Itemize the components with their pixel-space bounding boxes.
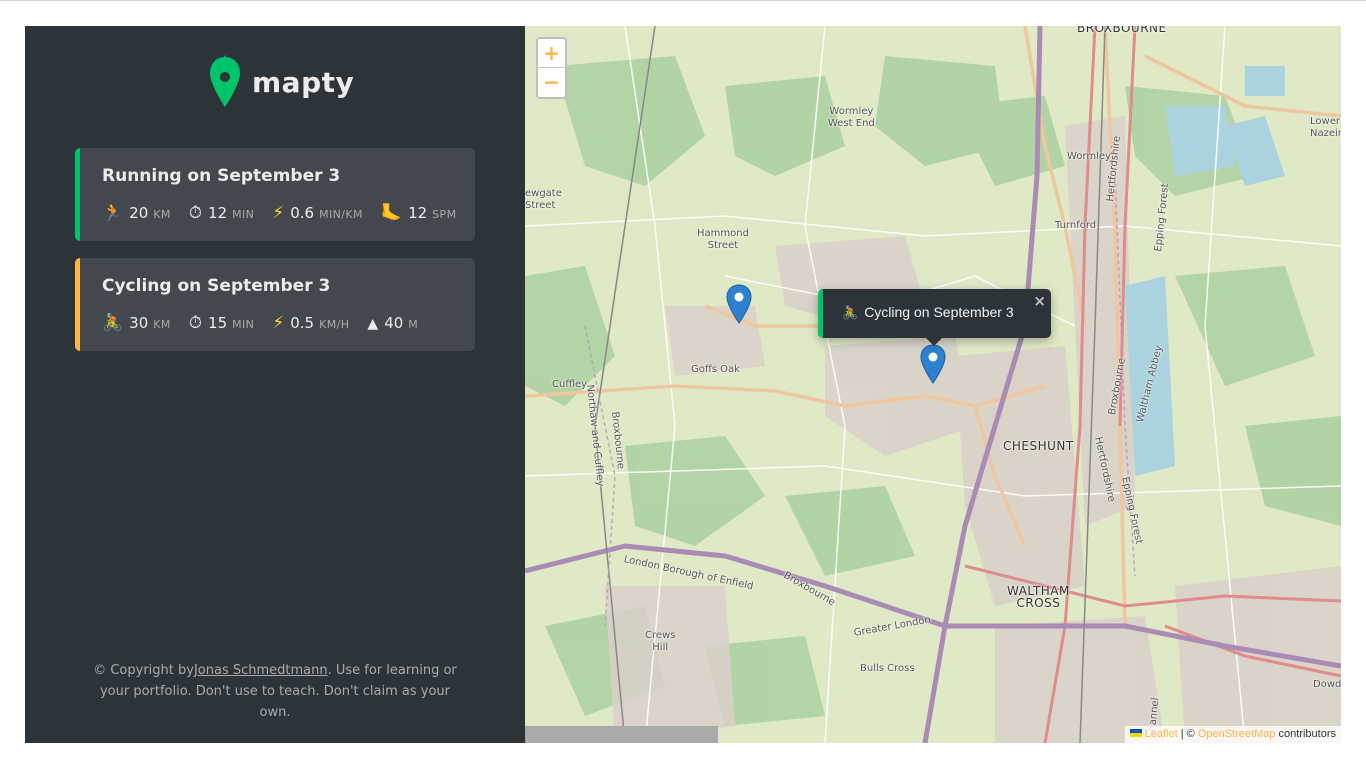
openstreetmap-link[interactable]: OpenStreetMap (1198, 728, 1276, 740)
stopwatch-icon: ⏱ (188, 313, 203, 333)
duration-unit: MIN (232, 318, 255, 331)
map-marker-cycling[interactable] (920, 344, 946, 384)
author-link[interactable]: Jonas Schmedtmann (194, 663, 328, 678)
map-label-wormley: Wormley (1067, 151, 1111, 162)
workout-popup: 🚴 Cycling on September 3 × (818, 289, 1051, 346)
workout-card-cycling[interactable]: Cycling on September 3 🚴 30 KM ⏱ 15 MIN … (75, 258, 475, 351)
copyright-text: © Copyright byJonas Schmedtmann. Use for… (85, 660, 465, 723)
map-label-cheshunt: CHESHUNT (1003, 439, 1074, 453)
lightning-icon: ⚡ (272, 313, 285, 333)
horizontal-scrollbar[interactable] (525, 726, 718, 743)
workout-pace: ⚡ 0.6 MIN/KM (272, 204, 363, 222)
pace-unit: MIN/KM (319, 208, 363, 221)
pace-value: 0.6 (290, 204, 315, 222)
workout-title: Cycling on September 3 (102, 276, 331, 296)
popup-accent-bar (818, 289, 823, 338)
map-label-hammond-street: Hammond Street (697, 228, 749, 251)
stopwatch-icon: ⏱ (188, 203, 203, 223)
map-label-dowd: Dowd (1313, 679, 1341, 690)
map[interactable]: BROXBOURNE Wormley West End Wormley Lowe… (525, 26, 1341, 743)
top-divider (0, 0, 1366, 1)
leaflet-link[interactable]: Leaflet (1145, 728, 1178, 740)
zoom-control: + − (536, 37, 567, 99)
speed-value: 0.5 (290, 314, 315, 332)
popup-tip (926, 338, 942, 346)
workout-details: 🚴 30 KM ⏱ 15 MIN ⚡ 0.5 KM/H ▲ 40 M (102, 312, 462, 334)
workout-elevation: ▲ 40 M (367, 314, 418, 332)
copyright-prefix: © Copyright by (93, 663, 194, 678)
popup-close-icon[interactable]: × (1033, 292, 1046, 310)
map-label-waltham-cross: WALTHAM CROSS (1007, 584, 1070, 610)
popup-text: Cycling on September 3 (864, 304, 1014, 320)
workout-cadence: 🦶 12 SPM (381, 204, 457, 222)
map-pin-logo-icon (210, 55, 240, 107)
cadence-value: 12 (408, 204, 428, 222)
cycling-icon: 🚴 (842, 305, 859, 320)
map-label-lower-nazeing: Lower Nazein (1310, 116, 1341, 139)
map-label-goffs-oak: Goffs Oak (691, 364, 740, 375)
cycling-icon: 🚴 (102, 313, 124, 333)
running-icon: 🏃 (102, 203, 124, 223)
elevation-value: 40 (384, 314, 404, 332)
workout-speed: ⚡ 0.5 KM/H (272, 314, 349, 332)
workout-title: Running on September 3 (102, 166, 341, 186)
speed-unit: KM/H (319, 318, 350, 331)
duration-unit: MIN (232, 208, 255, 221)
zoom-in-button[interactable]: + (538, 39, 565, 68)
ukraine-flag-icon (1129, 729, 1142, 738)
workout-duration: ⏱ 12 MIN (189, 204, 255, 222)
lightning-icon: ⚡ (272, 203, 285, 223)
distance-value: 20 (129, 204, 149, 222)
attribution-separator: | © (1177, 728, 1198, 740)
attribution-suffix: contributors (1275, 728, 1336, 740)
sidebar: mapty Running on September 3 🏃 20 KM ⏱ 1… (25, 26, 525, 743)
foot-icon: 🦶 (380, 203, 403, 223)
map-pin-icon (726, 284, 752, 324)
map-label-turnford: Turnford (1055, 220, 1097, 231)
popup-content: 🚴 Cycling on September 3 (842, 304, 1014, 321)
distance-unit: KM (153, 318, 171, 331)
elevation-icon: ▲ (367, 316, 379, 332)
workout-distance: 🏃 20 KM (102, 204, 171, 222)
workout-details: 🏃 20 KM ⏱ 12 MIN ⚡ 0.6 MIN/KM 🦶 12 SPM (102, 202, 462, 224)
map-label-crews-hill: Crews Hill (645, 630, 676, 653)
zoom-out-button[interactable]: − (538, 68, 565, 97)
elevation-unit: M (408, 318, 419, 331)
cadence-unit: SPM (432, 208, 457, 221)
logo-text: mapty (252, 65, 355, 99)
distance-value: 30 (129, 314, 149, 332)
workout-card-running[interactable]: Running on September 3 🏃 20 KM ⏱ 12 MIN … (75, 148, 475, 241)
map-label-broxbourne: BROXBOURNE (1077, 26, 1167, 35)
distance-unit: KM (153, 208, 171, 221)
workout-distance: 🚴 30 KM (102, 314, 171, 332)
duration-value: 12 (208, 204, 228, 222)
map-attribution: Leaflet | © OpenStreetMap contributors (1124, 726, 1341, 743)
workout-accent-bar (75, 148, 80, 241)
map-marker-running[interactable] (726, 284, 752, 324)
duration-value: 15 (208, 314, 228, 332)
map-label-bulls-cross: Bulls Cross (860, 663, 915, 674)
workout-accent-bar (75, 258, 80, 351)
map-label-cuffley: Cuffley (552, 379, 588, 390)
logo: mapty (209, 54, 354, 110)
map-label-newgate-street: ewgate Street (525, 188, 562, 211)
workout-duration: ⏱ 15 MIN (189, 314, 255, 332)
map-label-wormley-west-end: Wormley West End (828, 106, 875, 129)
map-pin-icon (920, 344, 946, 384)
